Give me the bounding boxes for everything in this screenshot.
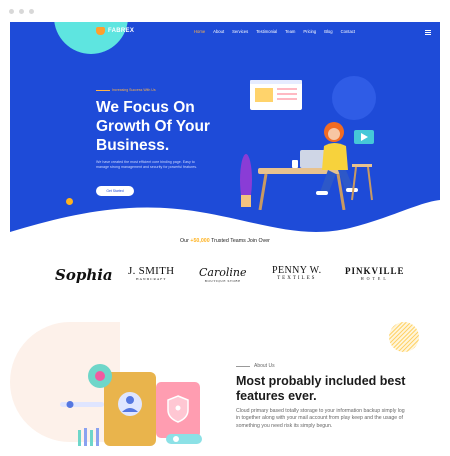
site-logo[interactable]: FABREX (96, 27, 134, 35)
hamburger-menu-icon[interactable] (425, 30, 431, 36)
about-description: Cloud primary based totally storage to y… (236, 408, 405, 429)
window-dot-icon (9, 9, 14, 14)
nav-item-testimonial[interactable]: Testimonial (256, 29, 277, 34)
toggle-card (166, 434, 202, 444)
main-nav: Home About Services Testimonial Team Pri… (194, 29, 355, 34)
brand-sophia: Sophia (55, 266, 113, 284)
hero-kicker: Increasing Success With Us (96, 88, 156, 92)
hero-description: We have created the most efficient core … (96, 160, 198, 169)
logo-icon (96, 27, 105, 35)
browser-chrome (0, 0, 450, 22)
nav-item-blog[interactable]: Blog (324, 29, 332, 34)
laptop-icon (300, 150, 326, 168)
nav-item-about[interactable]: About (213, 29, 224, 34)
illustration-circle (332, 76, 376, 120)
brand-penny-w: PENNY W. TEXTILES (272, 265, 322, 281)
kicker-line (96, 89, 110, 91)
logo-text: FABREX (108, 28, 135, 34)
trusted-count: +50,000 (190, 238, 210, 244)
about-title: Most probably included best features eve… (236, 374, 406, 403)
brand-logos: Sophia J. SMITH HANDCRAFT Caroline BOUTIQU… (0, 262, 450, 292)
nav-item-home[interactable]: Home (194, 29, 205, 34)
brand-caroline: Caroline BOUTIQUE STORE (199, 266, 247, 283)
about-kicker-text: About Us (254, 363, 275, 369)
nav-item-contact[interactable]: Contact (341, 29, 355, 34)
nav-item-pricing[interactable]: Pricing (303, 29, 316, 34)
nav-item-team[interactable]: Team (285, 29, 295, 34)
window-dot-icon (29, 9, 34, 14)
brand-pinkville: PINKVILLE HOTEL (345, 266, 405, 281)
about-illustration (60, 364, 202, 446)
hero-kicker-text: Increasing Success With Us (112, 88, 156, 92)
about-kicker: About Us (236, 363, 275, 369)
decorative-striped-circle (389, 322, 419, 352)
hero-title: We Focus On Growth Of Your Business. (96, 99, 210, 154)
brand-jsmith: J. SMITH HANDCRAFT (128, 265, 175, 281)
window-dot-icon (19, 9, 24, 14)
hero-wave (10, 200, 440, 242)
about-kicker-line (236, 365, 250, 367)
hero-section: FABREX Home About Services Testimonial T… (10, 22, 440, 242)
workspace-illustration (240, 76, 376, 210)
nav-item-services[interactable]: Services (232, 29, 248, 34)
trusted-teams-text: Our +50,000 Trusted Teams Join Over (180, 238, 270, 244)
